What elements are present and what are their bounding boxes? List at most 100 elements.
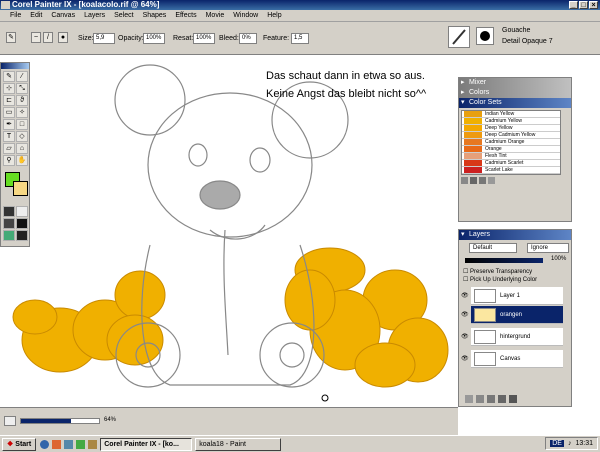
zoom-icon[interactable]: ⚲: [3, 155, 15, 166]
delete-color-icon[interactable]: [479, 177, 486, 184]
menu-layers[interactable]: Layers: [84, 12, 105, 19]
pen-icon[interactable]: ✒: [3, 119, 15, 130]
layer-adjuster-icon[interactable]: ⊹: [3, 83, 15, 94]
colors-panel-header[interactable]: ▸ Colors: [459, 88, 571, 98]
looks-icon[interactable]: [3, 230, 15, 241]
menu-window[interactable]: Window: [233, 12, 258, 19]
layer-row-orangen[interactable]: orangen: [471, 306, 563, 324]
gradients-icon[interactable]: [16, 206, 28, 217]
menu-select[interactable]: Select: [114, 12, 133, 19]
app-icon[interactable]: [64, 439, 74, 449]
color-set-item[interactable]: Flesh Tint: [462, 153, 560, 160]
preserve-transparency-checkbox[interactable]: ☐ Preserve Transparency: [459, 268, 571, 276]
color-set-item[interactable]: Orange: [462, 146, 560, 153]
brush-selector-icon[interactable]: [448, 26, 470, 48]
browser-icon[interactable]: [40, 439, 50, 449]
dropper-icon[interactable]: ⁄: [16, 71, 28, 82]
taskbar-paint-button[interactable]: koala18 - Paint: [195, 437, 282, 451]
app-icon[interactable]: [88, 439, 98, 449]
add-color-icon[interactable]: [470, 177, 477, 184]
patterns-icon[interactable]: [3, 218, 15, 229]
eye-icon[interactable]: 👁: [461, 334, 469, 340]
brush-variant[interactable]: Detail Opaque 7: [502, 38, 553, 45]
color-set-item[interactable]: Scarlet Lake: [462, 167, 560, 174]
size-field[interactable]: 5,9: [93, 33, 115, 44]
freehand-stroke-icon[interactable]: ~: [31, 32, 41, 43]
menu-help[interactable]: Help: [267, 12, 281, 19]
composite-depth-select[interactable]: Ignore: [527, 243, 569, 253]
paint-bucket-icon[interactable]: ◇: [16, 131, 28, 142]
clone-icon[interactable]: ⌂: [16, 143, 28, 154]
layer-commands-icon[interactable]: [465, 395, 473, 403]
volume-icon[interactable]: ♪: [568, 440, 572, 447]
color-swatch: [464, 118, 482, 124]
magic-wand-icon[interactable]: ✧: [16, 107, 28, 118]
menu-shapes[interactable]: Shapes: [143, 12, 167, 19]
resat-field[interactable]: 100%: [193, 33, 215, 44]
menu-effects[interactable]: Effects: [175, 12, 196, 19]
menu-file[interactable]: File: [10, 12, 21, 19]
feature-field[interactable]: 1,5: [291, 33, 309, 44]
color-sets-panel-header[interactable]: ▾ Color Sets: [459, 98, 571, 108]
color-set-item[interactable]: Deep Cadmium Yellow: [462, 132, 560, 139]
start-button[interactable]: ❖ Start: [2, 437, 37, 451]
brush-icon[interactable]: ✎: [3, 71, 15, 82]
lasso-icon[interactable]: ϑ: [16, 95, 28, 106]
layers-panel-header[interactable]: ▾ Layers: [459, 230, 571, 240]
eye-icon[interactable]: 👁: [461, 312, 469, 318]
brush-dab-icon[interactable]: ●: [58, 32, 68, 43]
menu-movie[interactable]: Movie: [206, 12, 225, 19]
firefox-icon[interactable]: [52, 439, 62, 449]
rectangle-select-icon[interactable]: ▭: [3, 107, 15, 118]
color-set-item[interactable]: Cadmium Yellow: [462, 118, 560, 125]
delete-layer-icon[interactable]: [509, 395, 517, 403]
opacity-slider[interactable]: [465, 258, 543, 263]
menu-edit[interactable]: Edit: [30, 12, 42, 19]
shape-icon[interactable]: □: [16, 119, 28, 130]
composite-method-select[interactable]: Default: [469, 243, 517, 253]
pick-up-underlying-checkbox[interactable]: ☐ Pick Up Underlying Color: [459, 276, 571, 284]
brush-tool-icon[interactable]: ✎: [6, 32, 16, 43]
eraser-icon[interactable]: ▱: [3, 143, 15, 154]
straight-stroke-icon[interactable]: /: [43, 32, 53, 43]
papers-icon[interactable]: [3, 206, 15, 217]
color-set-item[interactable]: Deep Yellow: [462, 125, 560, 132]
app-icon[interactable]: [76, 439, 86, 449]
menu-canvas[interactable]: Canvas: [51, 12, 75, 19]
color-set-item[interactable]: Cadmium Scarlet: [462, 160, 560, 167]
eye-icon[interactable]: 👁: [461, 293, 469, 299]
new-layer-mask-icon[interactable]: [498, 395, 506, 403]
weaves-icon[interactable]: [16, 230, 28, 241]
taskbar-painter-button[interactable]: Corel Painter IX - [ko...: [100, 437, 193, 451]
language-indicator[interactable]: DE: [550, 440, 564, 447]
color-set-item[interactable]: Cadmium Orange: [462, 139, 560, 146]
brush-category[interactable]: Gouache: [502, 27, 530, 34]
layer-row-layer-1[interactable]: Layer 1: [471, 287, 563, 305]
zoom-out-icon[interactable]: [4, 416, 16, 426]
grabber-icon[interactable]: ✋: [16, 155, 28, 166]
text-icon[interactable]: T: [3, 131, 15, 142]
nozzles-icon[interactable]: [16, 218, 28, 229]
dynamic-plugins-icon[interactable]: [476, 395, 484, 403]
library-icon[interactable]: [461, 177, 468, 184]
find-color-icon[interactable]: [488, 177, 495, 184]
opacity-field[interactable]: 100%: [143, 33, 165, 44]
zoom-slider[interactable]: [20, 418, 100, 424]
bleed-field[interactable]: 0%: [239, 33, 257, 44]
document-canvas[interactable]: Das schaut dann in etwa so aus. Keine An…: [0, 55, 458, 407]
bleed-label: Bleed:: [219, 35, 239, 42]
crop-icon[interactable]: ⊏: [3, 95, 15, 106]
brush-variant-dab-icon[interactable]: [476, 27, 494, 45]
layer-row-hintergrund[interactable]: hintergrund: [471, 328, 563, 346]
close-button[interactable]: ×: [589, 1, 598, 9]
app-icon[interactable]: [1, 1, 10, 9]
secondary-color-swatch[interactable]: [13, 181, 28, 196]
layer-row-canvas[interactable]: Canvas: [471, 350, 563, 368]
minimize-button[interactable]: _: [569, 1, 578, 9]
new-layer-icon[interactable]: [487, 395, 495, 403]
transform-icon[interactable]: ⤡: [16, 83, 28, 94]
maximize-button[interactable]: □: [579, 1, 588, 9]
color-set-item[interactable]: Indian Yellow: [462, 111, 560, 118]
mixer-panel-header[interactable]: ▸ Mixer: [459, 78, 571, 88]
eye-icon[interactable]: 👁: [461, 356, 469, 362]
